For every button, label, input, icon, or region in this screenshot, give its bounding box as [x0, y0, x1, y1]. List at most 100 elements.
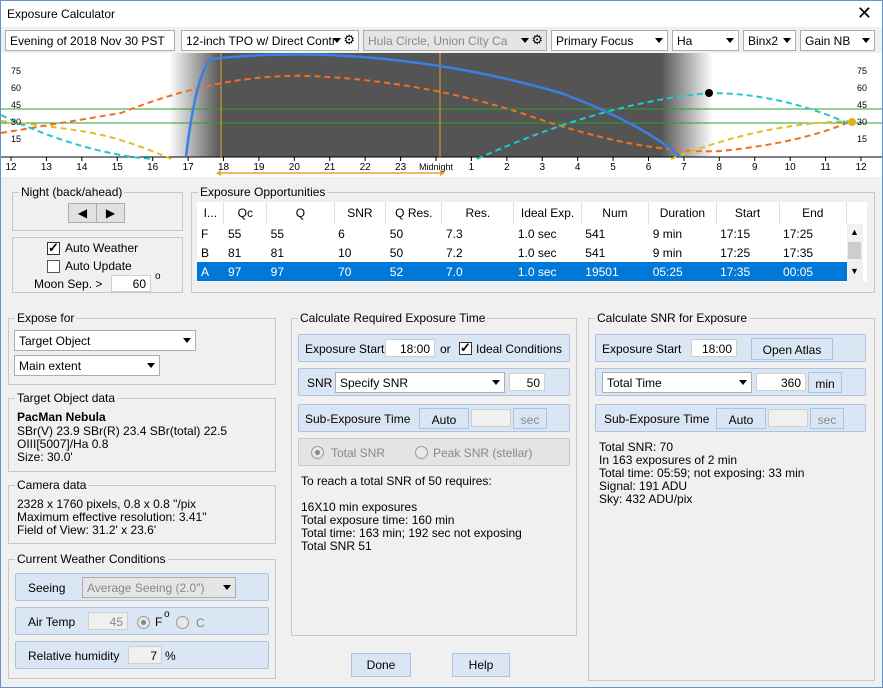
y-tick-label: 60: [857, 83, 867, 93]
help-button[interactable]: Help: [452, 653, 510, 677]
column-header[interactable]: Q: [266, 202, 335, 224]
exposure-start-input[interactable]: 18:00: [385, 339, 435, 357]
column-header[interactable]: Duration: [648, 202, 717, 224]
seeing-select[interactable]: Average Seeing (2.0"): [82, 577, 236, 598]
sub-exposure-input[interactable]: [471, 409, 511, 427]
fahrenheit-radio[interactable]: [137, 616, 150, 629]
target-select[interactable]: Target Object: [14, 330, 196, 351]
chevron-down-icon: [655, 38, 663, 43]
column-header[interactable]: SNR: [334, 202, 387, 224]
done-button[interactable]: Done: [351, 653, 411, 677]
y-tick-label: 75: [11, 66, 21, 76]
gain-select[interactable]: Gain NB: [800, 30, 875, 51]
table-cell: 1.0 sec: [517, 245, 557, 260]
focus-label: Primary Focus: [556, 34, 634, 48]
air-temp-input[interactable]: 45: [88, 612, 128, 630]
auto-weather-label: Auto Weather: [65, 241, 139, 255]
auto-weather-checkbox[interactable]: ✓: [47, 240, 60, 255]
table-cell: 541: [585, 245, 606, 260]
column-header[interactable]: Num: [581, 202, 650, 224]
x-tick-label: 13: [41, 162, 53, 173]
column-header[interactable]: Res.: [441, 202, 515, 224]
sub-exposure-sec-button[interactable]: sec: [513, 408, 547, 429]
celsius-radio[interactable]: [176, 616, 189, 629]
y-tick-label: 15: [11, 134, 21, 144]
night-band: [221, 53, 661, 157]
table-cell: 7.3: [445, 226, 463, 241]
auto-update-checkbox[interactable]: [47, 260, 60, 273]
table-row[interactable]: A 97 97 70 52 7.0 1.0 sec 19501 05:25 17:35 00:05: [197, 262, 847, 281]
location-label: Hula Circle, Union City Ca: [368, 34, 508, 48]
date-field[interactable]: Evening of 2018 Nov 30 PST: [5, 30, 175, 51]
camera-data-title: Camera data: [15, 478, 89, 492]
x-tick-label: 15: [112, 162, 124, 173]
exposure-start-label: Exposure Start: [305, 342, 385, 356]
column-header[interactable]: Start: [716, 202, 780, 224]
next-night-button[interactable]: ▶: [96, 203, 125, 223]
total-time-input[interactable]: 360: [756, 373, 806, 391]
y-tick-label: 60: [11, 83, 21, 93]
column-header[interactable]: Q Res.: [385, 202, 443, 224]
open-atlas-button[interactable]: Open Atlas: [751, 338, 833, 360]
calc-snr-title: Calculate SNR for Exposure: [595, 311, 750, 325]
column-header[interactable]: End: [779, 202, 848, 224]
focus-select[interactable]: Primary Focus: [551, 30, 668, 51]
y-tick-label: 75: [857, 66, 867, 76]
table-cell: 05:25: [648, 262, 717, 281]
x-tick-label: 12: [855, 162, 867, 173]
binning-select[interactable]: Binx2: [743, 30, 796, 51]
snr-sub-input[interactable]: [768, 409, 808, 427]
snr-input[interactable]: 50: [509, 373, 545, 391]
x-tick-label: 3: [539, 162, 545, 173]
table-cell: 70: [334, 262, 386, 281]
close-icon[interactable]: ✕: [857, 3, 872, 24]
snr-sub-sec-button[interactable]: sec: [810, 408, 844, 429]
sub-exposure-auto-button[interactable]: Auto: [419, 408, 469, 429]
humidity-input[interactable]: 7: [128, 646, 162, 664]
target-data-group: Target Object data PacMan Nebula SBr(V) …: [8, 391, 276, 472]
table-cell: B: [201, 245, 210, 260]
column-header[interactable]: Qc: [223, 202, 268, 224]
seeing-select-label: Average Seeing (2.0"): [87, 581, 205, 595]
prev-night-button[interactable]: ◀: [68, 203, 97, 223]
sun-marker: [848, 118, 856, 126]
chevron-down-icon: [183, 338, 191, 343]
scroll-thumb[interactable]: [848, 242, 861, 259]
expose-for-group: Expose for Target Object Main extent: [8, 311, 276, 385]
chevron-down-icon: [333, 38, 341, 43]
snr-sub-auto-button[interactable]: Auto: [716, 408, 766, 429]
extent-select[interactable]: Main extent: [14, 355, 160, 376]
y-tick-label: 30: [857, 117, 867, 127]
location-select[interactable]: Hula Circle, Union City Ca ⚙: [363, 30, 547, 51]
gear-icon[interactable]: ⚙: [343, 32, 355, 48]
humidity-label: Relative humidity: [28, 649, 120, 663]
x-tick-label: 9: [752, 162, 758, 173]
scroll-down-icon[interactable]: ▼: [850, 266, 859, 276]
scroll-up-icon[interactable]: ▲: [850, 227, 859, 237]
table-row[interactable]: B 81 81 10 50 7.2 1.0 sec 541 9 min 17:25 17:35: [197, 243, 847, 262]
filter-select[interactable]: Ha: [672, 30, 739, 51]
altitude-chart[interactable]: 7560453015 7560453015 12 13 14 15 16 17 18 19 20…: [1, 53, 882, 177]
snr-row: SNR Specify SNR 50: [298, 368, 570, 396]
gear-icon[interactable]: ⚙: [531, 32, 543, 48]
table-cell: 97: [266, 262, 335, 281]
time-unit-button[interactable]: min: [808, 372, 842, 393]
peak-snr-radio[interactable]: [415, 446, 428, 459]
snr-mode-select[interactable]: Specify SNR: [335, 372, 505, 393]
x-tick-label: Midnight: [419, 162, 454, 172]
seeing-label: Seeing: [28, 581, 66, 595]
column-header[interactable]: I...: [197, 202, 225, 224]
y-tick-label: 15: [857, 134, 867, 144]
ideal-conditions-checkbox[interactable]: ✓: [459, 340, 472, 355]
calc-snr-start-row: Exposure Start 18:00 Open Atlas: [595, 334, 866, 362]
table-row[interactable]: F 55 55 6 50 7.3 1.0 sec 541 9 min 17:15 17:25: [197, 224, 847, 243]
time-mode-select[interactable]: Total Time: [602, 372, 752, 393]
column-header[interactable]: Ideal Exp.: [513, 202, 582, 224]
moon-sep-input[interactable]: 60: [111, 275, 151, 292]
telescope-select[interactable]: 12-inch TPO w/ Direct Contr ⚙: [181, 30, 359, 51]
air-temp-row: Air Temp 45 F o C: [15, 607, 269, 635]
snr-exposure-start-input[interactable]: 18:00: [691, 339, 737, 357]
table-scrollbar[interactable]: ▲ ▼: [847, 224, 863, 282]
table-cell: 00:05: [779, 262, 847, 281]
total-snr-radio[interactable]: [311, 446, 324, 459]
